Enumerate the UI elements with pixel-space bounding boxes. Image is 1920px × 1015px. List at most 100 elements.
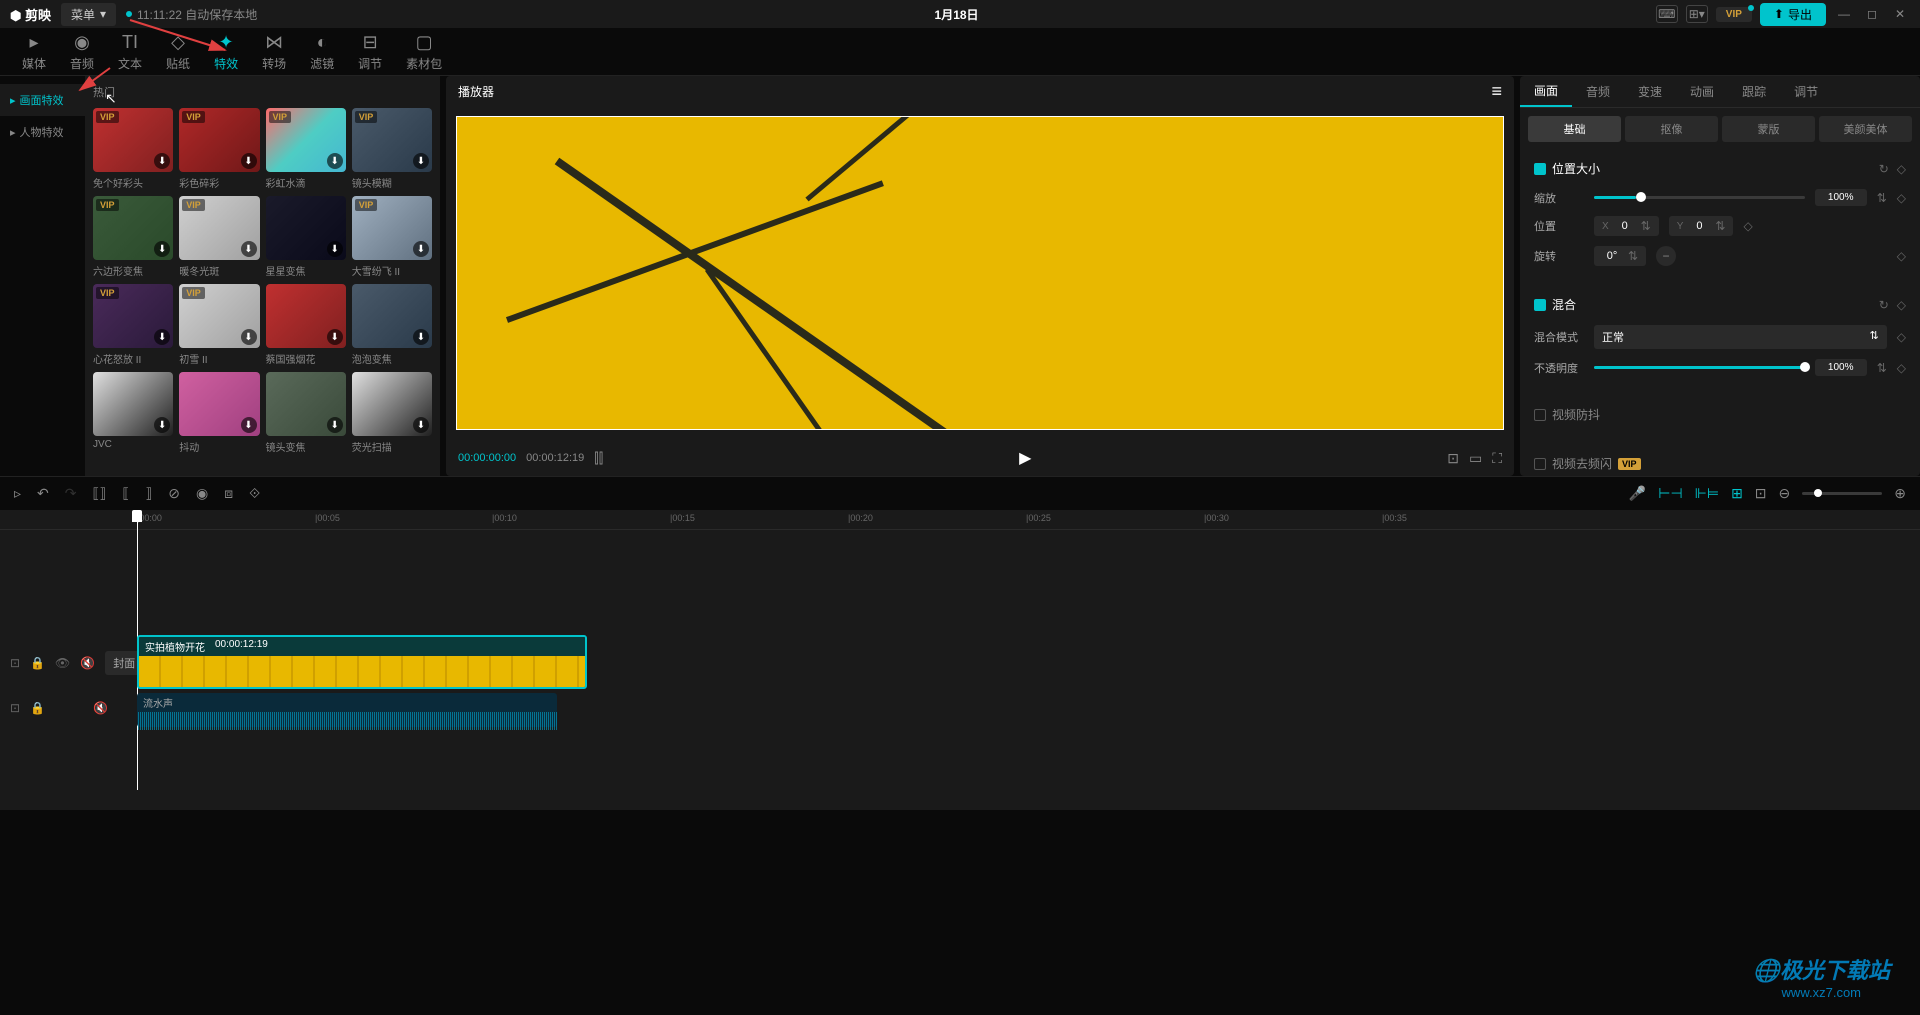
video-clip[interactable]: 实拍植物开花00:00:12:19 bbox=[137, 635, 587, 689]
tab-animation[interactable]: 动画 bbox=[1676, 76, 1728, 107]
subtab-beauty[interactable]: 美颜美体 bbox=[1819, 116, 1912, 142]
checkbox-position[interactable] bbox=[1534, 163, 1546, 175]
category-screen-effects[interactable]: ▸ 画面特效 bbox=[0, 84, 85, 116]
keyboard-icon[interactable]: ⌨ bbox=[1656, 5, 1678, 23]
export-button[interactable]: ⬆ 导出 bbox=[1760, 3, 1826, 26]
download-icon[interactable]: ⬇ bbox=[241, 417, 257, 433]
effect-card[interactable]: VIP ⬇ 暖冬光斑 bbox=[179, 196, 259, 278]
effect-card[interactable]: VIP ⬇ 六边形变焦 bbox=[93, 196, 173, 278]
flip-icon[interactable]: − bbox=[1656, 246, 1676, 266]
checkbox-flicker[interactable] bbox=[1534, 458, 1546, 470]
link-icon[interactable]: ⊞ bbox=[1731, 485, 1743, 502]
download-icon[interactable]: ⬇ bbox=[327, 329, 343, 345]
timeline[interactable]: |00:00 |00:05 |00:10 |00:15 |00:20 |00:2… bbox=[0, 510, 1920, 810]
y-input[interactable]: Y0⇅ bbox=[1669, 216, 1734, 236]
tool-filter[interactable]: ◐滤镜 bbox=[298, 28, 346, 76]
close-button[interactable]: ✕ bbox=[1890, 7, 1910, 21]
vip-badge[interactable]: VIP bbox=[1716, 7, 1752, 22]
reset-icon[interactable]: ↻ bbox=[1879, 162, 1889, 176]
lock-icon[interactable]: 🔒 bbox=[30, 701, 45, 715]
download-icon[interactable]: ⬇ bbox=[154, 417, 170, 433]
subtab-basic[interactable]: 基础 bbox=[1528, 116, 1621, 142]
download-icon[interactable]: ⬇ bbox=[154, 153, 170, 169]
tool-sticker[interactable]: ◇贴纸 bbox=[154, 28, 202, 76]
split-tool[interactable]: ⟦⟧ bbox=[93, 485, 107, 502]
checkbox-stabilize[interactable] bbox=[1534, 409, 1546, 421]
mute-icon[interactable]: 🔇 bbox=[93, 701, 108, 715]
stepper-icon[interactable]: ⇅ bbox=[1877, 361, 1887, 375]
player-menu-icon[interactable]: ≡ bbox=[1491, 81, 1502, 102]
undo-button[interactable]: ↶ bbox=[37, 485, 49, 502]
effect-card[interactable]: VIP ⬇ 免个好彩头 bbox=[93, 108, 173, 190]
effect-card[interactable]: VIP ⬇ 彩色碎彩 bbox=[179, 108, 259, 190]
tool-adjust[interactable]: ⊟调节 bbox=[346, 28, 394, 76]
download-icon[interactable]: ⬇ bbox=[154, 329, 170, 345]
keyframe-icon[interactable]: ◇ bbox=[1897, 298, 1906, 312]
lock-icon[interactable]: 🔒 bbox=[30, 656, 45, 670]
tab-audio[interactable]: 音频 bbox=[1572, 76, 1624, 107]
mute-icon[interactable]: 🔇 bbox=[80, 656, 95, 670]
subtab-cutout[interactable]: 抠像 bbox=[1625, 116, 1718, 142]
effect-card[interactable]: ⬇ 蔡国强烟花 bbox=[266, 284, 346, 366]
effect-card[interactable]: VIP ⬇ 大雪纷飞 II bbox=[352, 196, 432, 278]
download-icon[interactable]: ⬇ bbox=[241, 329, 257, 345]
audio-clip[interactable]: 流水声 bbox=[137, 693, 557, 727]
blend-mode-select[interactable]: 正常⇅ bbox=[1594, 325, 1887, 349]
redo-button[interactable]: ↷ bbox=[65, 485, 77, 502]
track-menu-icon[interactable]: ⊡ bbox=[10, 656, 20, 670]
effect-card[interactable]: VIP ⬇ 彩虹水滴 bbox=[266, 108, 346, 190]
keyframe-icon[interactable]: ◇ bbox=[1897, 249, 1906, 263]
subtab-mask[interactable]: 蒙版 bbox=[1722, 116, 1815, 142]
keyframe-icon[interactable]: ◇ bbox=[1897, 162, 1906, 176]
tab-adjust[interactable]: 调节 bbox=[1780, 76, 1832, 107]
crop-icon[interactable]: ⟐ bbox=[249, 485, 260, 502]
x-input[interactable]: X0⇅ bbox=[1594, 216, 1659, 236]
category-person-effects[interactable]: ▸ 人物特效 bbox=[0, 116, 85, 148]
scale-value[interactable]: 100% bbox=[1815, 189, 1867, 206]
video-preview[interactable] bbox=[446, 106, 1514, 440]
timeline-ruler[interactable]: |00:00 |00:05 |00:10 |00:15 |00:20 |00:2… bbox=[0, 510, 1920, 530]
rotation-input[interactable]: 0°⇅ bbox=[1594, 246, 1646, 266]
preview-icon[interactable]: ⊡ bbox=[1755, 485, 1767, 502]
mic-icon[interactable]: 🎤 bbox=[1629, 485, 1646, 502]
tool-media[interactable]: ▸媒体 bbox=[10, 28, 58, 76]
download-icon[interactable]: ⬇ bbox=[327, 417, 343, 433]
play-button[interactable]: ▶ bbox=[613, 448, 1437, 468]
maximize-button[interactable]: ◻ bbox=[1862, 7, 1882, 21]
zoom-slider[interactable] bbox=[1802, 492, 1882, 495]
snap-main-icon[interactable]: ⊢⊣ bbox=[1658, 485, 1682, 502]
reset-icon[interactable]: ↻ bbox=[1879, 298, 1889, 312]
delete-left[interactable]: ⟦ bbox=[122, 485, 129, 502]
effect-card[interactable]: ⬇ 星星变焦 bbox=[266, 196, 346, 278]
download-icon[interactable]: ⬇ bbox=[413, 329, 429, 345]
tab-tracking[interactable]: 跟踪 bbox=[1728, 76, 1780, 107]
download-icon[interactable]: ⬇ bbox=[154, 241, 170, 257]
download-icon[interactable]: ⬇ bbox=[413, 241, 429, 257]
keyframe-icon[interactable]: ◇ bbox=[1743, 219, 1752, 233]
tool-text[interactable]: TI文本 bbox=[106, 28, 154, 76]
effect-card[interactable]: VIP ⬇ 初雪 II bbox=[179, 284, 259, 366]
effect-card[interactable]: ⬇ 抖动 bbox=[179, 372, 259, 454]
download-icon[interactable]: ⬇ bbox=[327, 153, 343, 169]
effect-card[interactable]: VIP ⬇ 心花怒放 II bbox=[93, 284, 173, 366]
tool-package[interactable]: ▢素材包 bbox=[394, 28, 454, 76]
opacity-value[interactable]: 100% bbox=[1815, 359, 1867, 376]
zoom-out-icon[interactable]: ⊖ bbox=[1779, 485, 1791, 502]
mirror-icon[interactable]: ⧈ bbox=[224, 485, 233, 502]
select-tool[interactable]: ▹ bbox=[14, 485, 21, 502]
download-icon[interactable]: ⬇ bbox=[241, 241, 257, 257]
track-menu-icon[interactable]: ⊡ bbox=[10, 701, 20, 715]
tab-video[interactable]: 画面 bbox=[1520, 76, 1572, 107]
download-icon[interactable]: ⬇ bbox=[413, 153, 429, 169]
tool-transition[interactable]: ⋈转场 bbox=[250, 28, 298, 76]
menu-button[interactable]: 菜单 ▾ bbox=[61, 3, 116, 26]
scale-slider[interactable] bbox=[1594, 196, 1805, 199]
stepper-icon[interactable]: ⇅ bbox=[1877, 191, 1887, 205]
effect-card[interactable]: ⬇ 荧光扫描 bbox=[352, 372, 432, 454]
delete-right[interactable]: ⟧ bbox=[145, 485, 152, 502]
download-icon[interactable]: ⬇ bbox=[413, 417, 429, 433]
checkbox-blend[interactable] bbox=[1534, 299, 1546, 311]
minimize-button[interactable]: — bbox=[1834, 7, 1854, 21]
layout-icon[interactable]: ⊞▾ bbox=[1686, 5, 1708, 23]
tool-audio[interactable]: ◉音频 bbox=[58, 28, 106, 76]
